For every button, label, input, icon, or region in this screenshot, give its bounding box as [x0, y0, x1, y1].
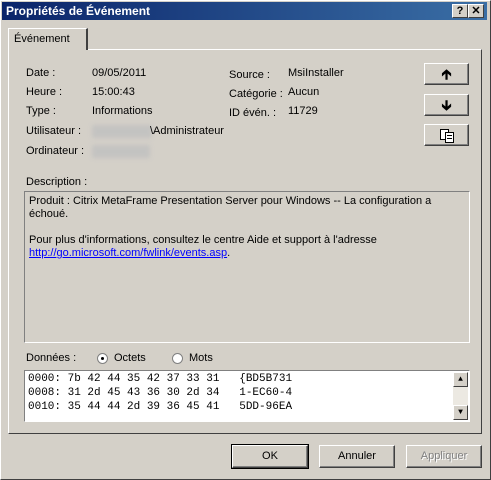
- arrow-up-icon: 🡱: [441, 66, 452, 82]
- ok-button[interactable]: OK: [231, 444, 309, 469]
- data-line: 0010: 35 44 44 2d 39 36 45 41 5DD-96EA: [28, 401, 293, 413]
- next-event-button[interactable]: 🡳: [424, 94, 469, 116]
- computer-value-redacted: [92, 145, 150, 158]
- source-value[interactable]: MsiInstaller: [288, 67, 344, 79]
- description-line: Produit : Citrix MetaFrame Presentation …: [29, 195, 432, 207]
- help-button[interactable]: ?: [452, 4, 468, 18]
- words-radio-label[interactable]: Mots: [189, 352, 213, 364]
- date-label: Date :: [26, 67, 56, 79]
- time-label: Heure :: [26, 86, 63, 98]
- copy-button[interactable]: [424, 124, 469, 146]
- window-title: Propriétés de Événement: [6, 4, 151, 18]
- previous-event-button[interactable]: 🡱: [424, 63, 469, 85]
- words-radio[interactable]: [172, 353, 183, 364]
- apply-button[interactable]: Appliquer: [406, 445, 482, 468]
- user-domain-redacted: [92, 125, 152, 138]
- description-line: échoué.: [29, 208, 69, 220]
- description-text[interactable]: Produit : Citrix MetaFrame Presentation …: [24, 191, 470, 343]
- data-scrollbar[interactable]: ▲ ▼: [453, 372, 468, 420]
- computer-label: Ordinateur :: [26, 145, 85, 157]
- cancel-button[interactable]: Annuler: [319, 445, 395, 468]
- data-box[interactable]: 0000: 7b 42 44 35 42 37 33 31 {BD5B731 0…: [24, 370, 470, 422]
- type-value[interactable]: Informations: [92, 105, 153, 117]
- date-value[interactable]: 09/05/2011: [92, 67, 146, 79]
- event-id-value[interactable]: 11729: [288, 105, 318, 117]
- close-button[interactable]: ✕: [468, 4, 484, 18]
- arrow-down-icon: 🡳: [441, 97, 452, 113]
- scroll-down-icon[interactable]: ▼: [453, 405, 468, 420]
- data-label: Données :: [26, 352, 77, 364]
- tab-evenement[interactable]: Événement: [8, 28, 88, 50]
- type-label: Type :: [26, 105, 56, 117]
- data-line: 0000: 7b 42 44 35 42 37 33 31 {BD5B731: [28, 373, 293, 385]
- title-bar[interactable]: Propriétés de Événement ? ✕: [2, 2, 487, 20]
- time-value[interactable]: 15:00:43: [92, 86, 135, 98]
- copy-icon: [439, 129, 454, 143]
- user-label: Utilisateur :: [26, 125, 82, 137]
- event-id-label: ID évén. :: [229, 107, 277, 119]
- user-value[interactable]: \Administrateur: [150, 125, 224, 137]
- category-label: Catégorie :: [229, 88, 283, 100]
- data-line: 0008: 31 2d 45 43 36 30 2d 34 1-EC60-4: [28, 387, 293, 399]
- bytes-radio[interactable]: [97, 353, 108, 364]
- description-label: Description :: [26, 176, 88, 188]
- category-value[interactable]: Aucun: [288, 86, 319, 98]
- source-label: Source :: [229, 69, 270, 81]
- scroll-up-icon[interactable]: ▲: [453, 372, 468, 387]
- bytes-radio-label[interactable]: Octets: [114, 352, 146, 364]
- description-line: Pour plus d'informations, consultez le c…: [29, 234, 377, 246]
- help-link[interactable]: http://go.microsoft.com/fwlink/events.as…: [29, 247, 227, 259]
